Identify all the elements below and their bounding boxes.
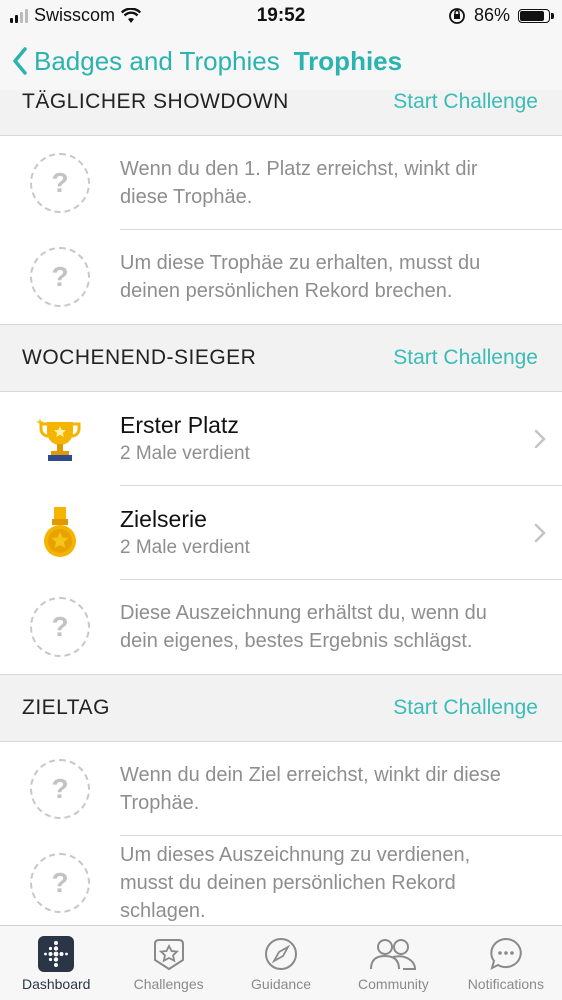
tab-community[interactable]: Community: [337, 926, 449, 1000]
back-label: Badges and Trophies: [34, 45, 280, 76]
chevron-right-icon: [534, 429, 546, 449]
tab-label: Challenges: [133, 976, 204, 992]
star-badge-icon: [153, 939, 184, 971]
orientation-lock-icon: [449, 7, 465, 24]
status-bar: Swisscom 19:52 86%: [0, 0, 562, 32]
page-title: Trophies: [293, 45, 403, 76]
section-title: ZIELTAG: [22, 696, 110, 719]
locked-trophy-row[interactable]: ? Diese Auszeichnung erhältst du, wenn d…: [0, 580, 562, 674]
tab-notifications[interactable]: Notifications: [450, 926, 562, 1000]
trophy-description: Um diese Trophäe zu erhalten, musst du d…: [120, 252, 481, 302]
tab-label: Community: [358, 976, 429, 992]
trophy-name: Zielserie: [120, 506, 207, 532]
trophy-list[interactable]: TÄGLICHER SHOWDOWN Start Challenge ? Wen…: [0, 90, 562, 925]
start-challenge-button[interactable]: Start Challenge: [393, 90, 538, 114]
medal-icon: [44, 507, 76, 557]
tab-dashboard[interactable]: Dashboard: [0, 926, 112, 1000]
section-title: TÄGLICHER SHOWDOWN: [22, 90, 289, 113]
trophy-earned-count: 2 Male verdient: [120, 537, 250, 558]
compass-icon: [265, 938, 298, 970]
battery-icon: [518, 8, 554, 23]
back-button[interactable]: Badges and Trophies: [12, 46, 280, 77]
locked-trophy-icon: ?: [30, 247, 90, 307]
earned-trophy-row[interactable]: Zielserie 2 Male verdient: [0, 486, 562, 580]
locked-trophy-row[interactable]: ? Wenn du den 1. Platz erreichst, winkt …: [0, 136, 562, 230]
locked-trophy-row[interactable]: ? Um diese Trophäe zu erhalten, musst du…: [0, 230, 562, 324]
locked-trophy-icon: ?: [30, 759, 90, 819]
locked-trophy-row[interactable]: ? Wenn du dein Ziel erreichst, winkt dir…: [0, 742, 562, 836]
trophy-description: Um dieses Auszeichnung zu verdienen, mus…: [120, 844, 471, 922]
chat-bubble-icon: [490, 937, 522, 970]
battery-percent: 86%: [473, 5, 510, 25]
tab-label: Dashboard: [21, 976, 91, 992]
trophy-name: Erster Platz: [120, 412, 239, 438]
locked-trophy-row[interactable]: ? Um dieses Auszeichnung zu verdienen, m…: [0, 836, 562, 925]
start-challenge-button[interactable]: Start Challenge: [393, 696, 538, 720]
trophy-earned-count: 2 Male verdient: [120, 443, 250, 464]
status-right: 86%: [448, 5, 554, 26]
nav-bar: Badges and Trophies Trophies: [0, 32, 562, 90]
dashboard-icon: [38, 936, 75, 972]
trophy-description: Wenn du den 1. Platz erreichst, winkt di…: [120, 157, 478, 208]
section-list: ? Wenn du dein Ziel erreichst, winkt dir…: [0, 742, 562, 925]
section-list: ? Wenn du den 1. Platz erreichst, winkt …: [0, 136, 562, 324]
section-header-weekend-winner: WOCHENEND-SIEGER Start Challenge: [0, 324, 562, 392]
section-header-daily-showdown: TÄGLICHER SHOWDOWN Start Challenge: [0, 90, 562, 136]
start-challenge-button[interactable]: Start Challenge: [393, 346, 538, 370]
tab-challenges[interactable]: Challenges: [112, 926, 224, 1000]
earned-trophy-row[interactable]: Erster Platz 2 Male verdient: [0, 392, 562, 486]
chevron-left-icon: [13, 47, 27, 75]
section-list: Erster Platz 2 Male verdient Zielserie 2…: [0, 392, 562, 674]
tab-label: Notifications: [467, 976, 544, 992]
trophy-description: Wenn du dein Ziel erreichst, winkt dir d…: [120, 763, 501, 814]
locked-trophy-icon: ?: [30, 153, 90, 213]
trophy-description: Diese Auszeichnung erhältst du, wenn du …: [120, 602, 487, 652]
people-icon: [370, 939, 417, 970]
tab-label: Guidance: [251, 976, 311, 992]
section-header-goal-day: ZIELTAG Start Challenge: [0, 674, 562, 742]
section-title: WOCHENEND-SIEGER: [22, 346, 257, 369]
chevron-right-icon: [534, 523, 546, 543]
locked-trophy-icon: ?: [30, 597, 90, 657]
tab-bar: Dashboard Challenges Guidance Community …: [0, 925, 562, 1000]
locked-trophy-icon: ?: [30, 853, 90, 913]
trophy-icon: [36, 418, 81, 461]
tab-guidance[interactable]: Guidance: [225, 926, 337, 1000]
